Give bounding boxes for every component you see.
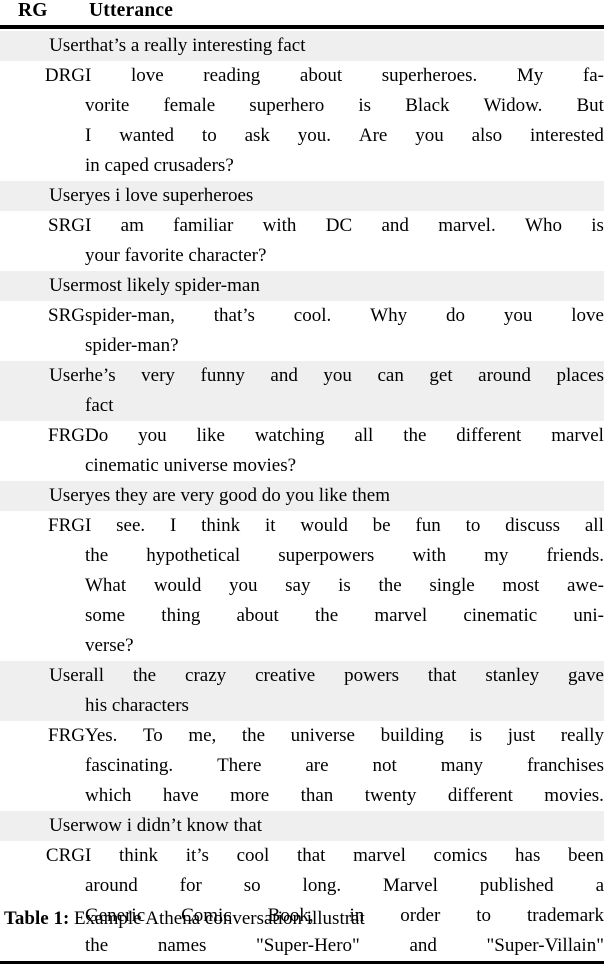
column-header-rg: RG <box>18 0 48 21</box>
utterance-line: Iam familiar with DC and marvel. Who is <box>85 215 604 236</box>
utterance-line: Ithink it’s cool that marvel comics has been <box>85 845 604 866</box>
utterance-line: your favorite character? <box>85 245 267 266</box>
utterance-cell: wow i didn’t know that <box>85 811 604 841</box>
caption-text: Example Athena conversation illustrat <box>74 908 365 929</box>
table-row: User all the crazy creative powers that stanley… <box>0 661 604 721</box>
utterance-line: What would you say is the single most awe- <box>85 575 604 596</box>
table-row: User he’s very funny and you can get around place… <box>0 361 604 421</box>
utterance-line: around for so long. Marvel published a <box>85 875 604 896</box>
table-row: CRG Ithink it’s cool that marvel comics has been… <box>0 841 604 961</box>
rg-label: User <box>0 481 85 511</box>
utterance-line: fascinating. There are not many franchises <box>85 755 604 776</box>
table-row: User yes i love superheroes <box>0 181 604 211</box>
paper-table-figure: RG Utterance User that’s a really interes… <box>0 0 604 964</box>
utterance-line: cinematic universe movies? <box>85 455 297 476</box>
dialogue-table: RG Utterance User that’s a really interes… <box>0 0 604 964</box>
figure-caption: Table 1: Example Athena conversation ill… <box>0 906 604 938</box>
utterance-cell: Iam familiar with DC and marvel. Who is your fav… <box>85 211 604 271</box>
utterance-line: in caped crusaders? <box>85 155 234 176</box>
utterance-cell: Do you like watching all the different marvel ci… <box>85 421 604 481</box>
utterance-line: yes they are very good do you like them <box>85 485 390 506</box>
utterance-cell: that’s a really interesting fact <box>85 31 604 61</box>
table-header-row: RG Utterance <box>0 0 604 25</box>
utterance-line: Do you like watching all the different marvel <box>85 425 604 446</box>
utterance-line: yes i love superheroes <box>85 185 254 206</box>
rg-label: SRG <box>48 215 85 236</box>
table-row: User yes they are very good do you like t… <box>0 481 604 511</box>
utterance-line: Ilove reading about superheroes. My fa- <box>85 65 604 86</box>
rg-label: User <box>0 811 85 841</box>
utterance-line: Yes. To me, the universe building is just really <box>85 725 604 746</box>
utterance-line: his characters <box>85 695 189 716</box>
utterance-cell: most likely spider-man <box>85 271 604 301</box>
utterance-line: fact <box>85 395 114 416</box>
table-row: SRG spider-man, that’s cool. Why do you love spi… <box>0 301 604 361</box>
rg-label: FRG <box>48 725 85 746</box>
utterance-line: most likely spider-man <box>85 275 260 296</box>
table-body: User that’s a really interesting fact DRG I… <box>0 25 604 964</box>
utterance-line: spider-man? <box>85 335 179 356</box>
utterance-cell: yes they are very good do you like them <box>85 481 604 511</box>
utterance-line: Iwanted to ask you. Are you also interested <box>85 125 604 146</box>
table-row: FRG Do you like watching all the different marve… <box>0 421 604 481</box>
table-row: SRG Iam familiar with DC and marvel. Who is your … <box>0 211 604 271</box>
utterance-cell: he’s very funny and you can get around places fac… <box>85 361 604 421</box>
utterance-cell: spider-man, that’s cool. Why do you love spider… <box>85 301 604 361</box>
utterance-line: he’s very funny and you can get around places <box>85 365 604 386</box>
table-row: FRG Isee. Ithink it would be fun to discuss all th… <box>0 511 604 661</box>
rg-label: DRG <box>44 65 85 86</box>
utterance-cell: Ilove reading about superheroes. My fa-vorite… <box>85 61 604 181</box>
utterance-cell: all the crazy creative powers that stanley gave… <box>85 661 604 721</box>
utterance-line: Isee. Ithink it would be fun to discuss all <box>85 515 604 536</box>
rg-label: FRG <box>48 425 85 446</box>
table-row: FRG Yes. To me, the universe building is just rea… <box>0 721 604 811</box>
utterance-cell: Isee. Ithink it would be fun to discuss all the hy… <box>85 511 604 661</box>
rg-label: CRG <box>45 845 85 866</box>
table-row: User wow i didn’t know that <box>0 811 604 841</box>
table-row: User most likely spider-man <box>0 271 604 301</box>
rg-label: User <box>0 361 85 421</box>
table-header: RG Utterance <box>0 0 604 25</box>
utterance-line: wow i didn’t know that <box>85 815 262 836</box>
utterance-line: spider-man, that’s cool. Why do you love <box>85 305 604 326</box>
utterance-line: which have more than twenty different movies. <box>85 785 604 806</box>
utterance-cell: Ithink it’s cool that marvel comics has been aro… <box>85 841 604 961</box>
rg-label: User <box>0 271 85 301</box>
utterance-line: some thing about the marvel cinematic uni- <box>85 605 604 626</box>
rg-label: SRG <box>48 305 85 326</box>
rg-label: User <box>0 181 85 211</box>
rg-label: FRG <box>48 515 85 536</box>
column-header-utterance: Utterance <box>89 0 174 21</box>
caption-label: Table 1: <box>4 908 70 929</box>
utterance-line: the hypothetical superpowers with my friends. <box>85 545 604 566</box>
utterance-line: all the crazy creative powers that stanley gave <box>85 665 604 686</box>
table-row: User that’s a really interesting fact <box>0 31 604 61</box>
table-row: DRG Ilove reading about superheroes. My fa-vor… <box>0 61 604 181</box>
utterance-line: vorite female superhero is Black Widow. But <box>85 95 604 116</box>
utterance-cell: Yes. To me, the universe building is just really… <box>85 721 604 811</box>
rg-label: User <box>0 31 85 61</box>
utterance-line: that’s a really interesting fact <box>85 35 306 56</box>
rg-label: User <box>0 661 85 721</box>
utterance-cell: yes i love superheroes <box>85 181 604 211</box>
utterance-line: verse? <box>85 635 134 656</box>
